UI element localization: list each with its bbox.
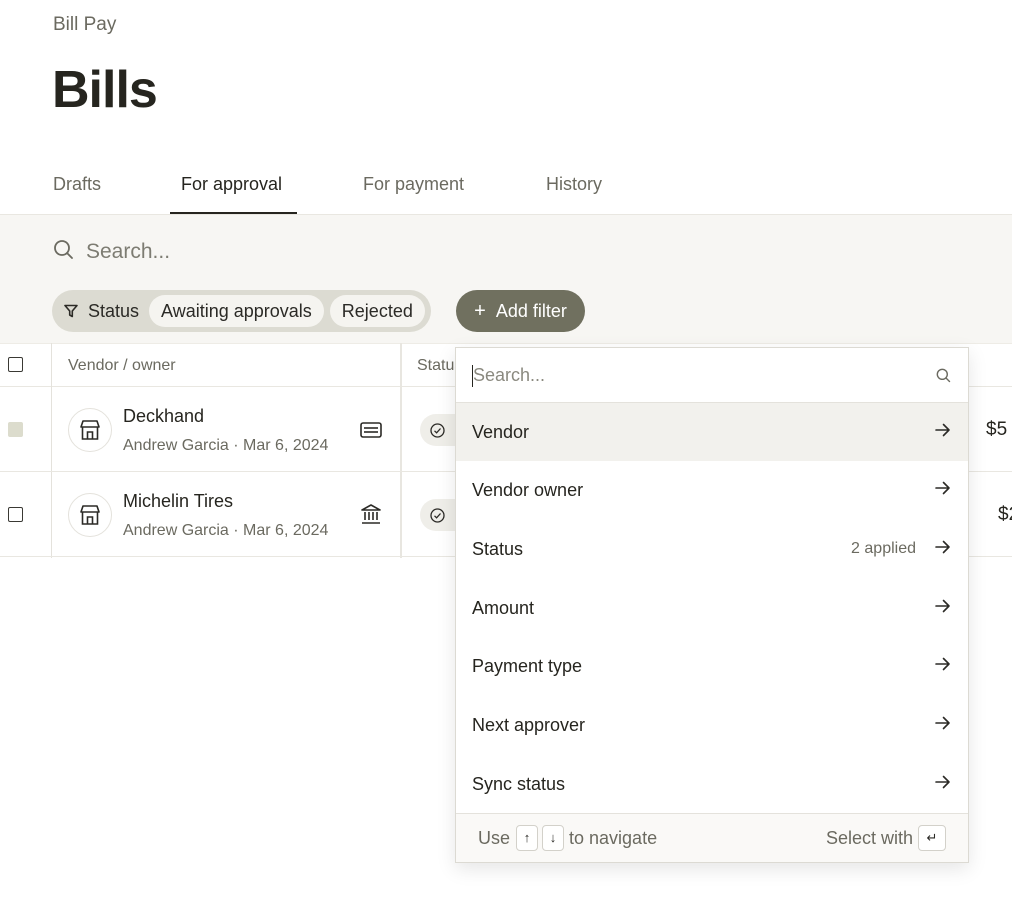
filter-icon [64,304,78,318]
status-badge [420,499,460,531]
arrow-right-icon [934,480,952,501]
filter-option-status[interactable]: Status 2 applied [456,520,968,578]
search-icon [936,368,951,388]
bill-amount: $2 [998,504,1012,525]
arrow-right-icon [934,598,952,619]
filter-option-sync-status[interactable]: Sync status [456,755,968,813]
arrow-right-icon [934,774,952,795]
tab-bar: Drafts For approval For payment History [0,160,1012,215]
breadcrumb[interactable]: Bill Pay [53,14,116,36]
enter-key: ↵ [918,825,946,851]
bill-amount: $5 [986,419,1008,440]
status-filter-group[interactable]: Status Awaiting approvals Rejected [52,290,431,332]
tab-history[interactable]: History [546,174,602,195]
storefront-icon [80,505,100,525]
filter-option-label: Sync status [472,773,566,794]
vendor-name[interactable]: Deckhand [123,406,204,427]
arrow-right-icon [934,715,952,736]
search-bar[interactable]: Search... [53,239,170,265]
hint-select-with: Select with [825,827,913,848]
filter-option-amount[interactable]: Amount [456,579,968,637]
tab-for-approval[interactable]: For approval [181,174,282,195]
select-all-checkbox[interactable] [8,357,23,372]
applied-count-badge: 2 applied [851,540,916,557]
add-filter-dropdown: Search... Vendor Vendor owner Status 2 a… [455,347,969,863]
page-title: Bills [52,61,158,119]
filter-option-label: Payment type [472,655,583,676]
search-icon [53,239,74,265]
row-checkbox[interactable] [8,507,23,522]
dropdown-search[interactable]: Search... [456,348,968,403]
vendor-avatar [68,493,112,537]
filter-option-vendor-owner[interactable]: Vendor owner [456,461,968,519]
column-vendor-owner[interactable]: Vendor / owner [68,357,176,375]
status-badge [420,414,460,446]
bank-icon [360,503,382,530]
vendor-avatar [68,408,112,452]
filter-option-label: Status [472,538,524,559]
toolbar: Search... Status Awaiting approvals Reje… [0,215,1012,343]
hint-navigate: to navigate [569,827,658,848]
down-key: ↓ [542,825,565,851]
filter-option-vendor[interactable]: Vendor [456,403,968,461]
hint-use: Use [478,827,511,848]
filter-option-label: Amount [472,597,535,618]
filter-chip-awaiting-approvals[interactable]: Awaiting approvals [149,295,324,327]
add-filter-button[interactable]: + Add filter [456,290,585,332]
card-icon [360,422,382,443]
tab-drafts[interactable]: Drafts [53,174,101,195]
storefront-icon [80,420,100,440]
check-circle-icon [430,507,445,523]
vendor-owner-date: Andrew Garcia · Mar 6, 2024 [123,522,329,539]
filter-option-payment-type[interactable]: Payment type [456,637,968,695]
active-tab-indicator [170,212,297,214]
filter-option-label: Vendor owner [472,479,584,500]
keyboard-hint-navigate: Use ↑ ↓ to navigate [478,825,657,851]
keyboard-hint-select: Select with ↵ [826,825,946,851]
arrow-right-icon [934,539,952,560]
dropdown-search-input[interactable]: Search... [473,365,545,386]
vendor-owner-date: Andrew Garcia · Mar 6, 2024 [123,437,329,454]
filter-option-label: Next approver [472,714,586,735]
add-filter-label: Add filter [495,300,567,321]
plus-icon: + [474,299,486,322]
check-circle-icon [430,422,445,438]
arrow-right-icon [934,656,952,677]
status-filter-text: Status [88,300,140,321]
search-input[interactable]: Search... [86,240,170,264]
arrow-right-icon [934,422,952,443]
vendor-name[interactable]: Michelin Tires [123,491,233,512]
up-key: ↑ [516,825,539,851]
row-checkbox[interactable] [8,422,23,437]
filter-option-label: Vendor [472,421,530,442]
dropdown-footer: Use ↑ ↓ to navigate Select with ↵ [456,813,968,862]
status-filter-label: Status [64,301,139,322]
filter-chip-rejected[interactable]: Rejected [329,295,425,327]
tab-for-payment[interactable]: For payment [363,174,464,195]
filter-option-next-approver[interactable]: Next approver [456,696,968,754]
